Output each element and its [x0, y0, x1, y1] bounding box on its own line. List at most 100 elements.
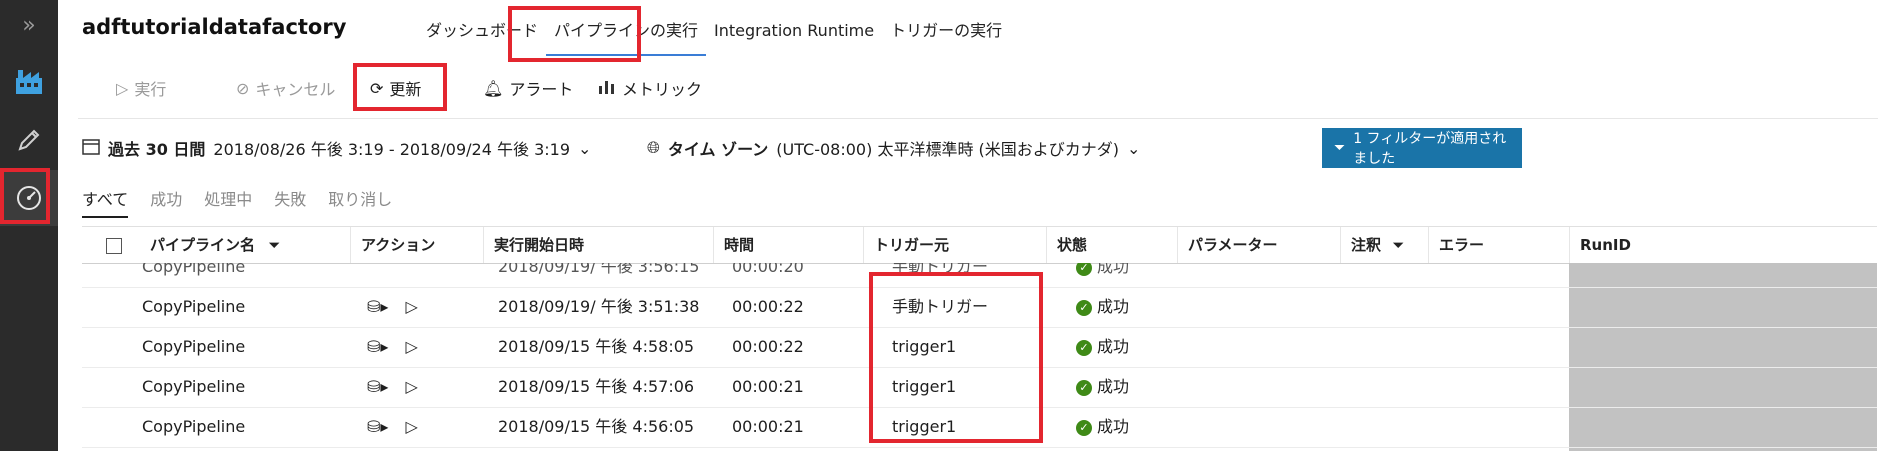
col-actions: アクション: [350, 227, 483, 263]
status: ✓ 成功: [1076, 327, 1129, 367]
table-row[interactable]: CopyPipeline ⛁▸ ▷ 2018/09/19/ 午後 3:51:38…: [82, 287, 1877, 328]
tab-pipeline-runs[interactable]: パイプラインの実行: [546, 18, 707, 56]
cancel-icon: ⊘: [236, 78, 250, 98]
col-triggered-by[interactable]: トリガー元: [863, 227, 1046, 263]
rerun-icon[interactable]: ▷: [406, 337, 418, 356]
table-row[interactable]: CopyPipeline ⛁▸ ▷ 2018/09/15 午後 4:57:06 …: [82, 367, 1877, 408]
timezone-value: (UTC-08:00) 太平洋標準時 (米国およびカナダ): [776, 140, 1120, 159]
refresh-icon: ⟳: [370, 78, 384, 98]
calendar-icon: [82, 137, 100, 159]
cancel-button[interactable]: ⊘ キャンセル: [236, 71, 335, 105]
alerts-button[interactable]: 🔔︎ アラート: [483, 71, 573, 105]
tab-in-progress[interactable]: 処理中: [204, 186, 252, 218]
duration: 00:00:21: [732, 417, 804, 436]
table-row[interactable]: CopyPipeline ⛁▸ ▷ 2018/09/15 午後 4:56:05 …: [82, 407, 1877, 448]
col-parameters: パラメーター: [1177, 227, 1340, 263]
col-error: エラー: [1428, 227, 1539, 263]
col-run-start[interactable]: 実行開始日時: [483, 227, 713, 263]
filter-icon[interactable]: ⏷: [268, 236, 280, 254]
status-tabs: すべて 成功 処理中 失敗 取り消し: [82, 186, 392, 218]
run-button[interactable]: ▷ 実行: [116, 71, 166, 105]
timezone-filter[interactable]: 🌐︎ タイム ゾーン (UTC-08:00) 太平洋標準時 (米国およびカナダ)…: [647, 136, 1140, 160]
check-icon: ✓: [1076, 419, 1092, 436]
metrics-label: メトリック: [622, 80, 703, 99]
status: ✓ 成功: [1076, 263, 1129, 287]
pencil-icon[interactable]: [0, 112, 58, 168]
col-duration[interactable]: 時間: [713, 227, 863, 263]
actions: ⛁▸ ▷: [367, 327, 418, 367]
chevron-down-icon: ⌄: [578, 138, 592, 158]
select-all-checkbox[interactable]: [106, 227, 126, 263]
pipeline-name[interactable]: CopyPipeline: [142, 407, 245, 447]
col-pipeline-name[interactable]: パイプライン名 ⏷: [140, 227, 350, 263]
refresh-button[interactable]: ⟳ 更新: [370, 71, 421, 105]
pipeline-name[interactable]: CopyPipeline: [142, 367, 245, 407]
alerts-label: アラート: [509, 80, 574, 99]
tab-all[interactable]: すべて: [82, 186, 129, 218]
play-icon: ▷: [116, 78, 129, 98]
tab-integration-runtime[interactable]: Integration Runtime: [706, 18, 882, 54]
actions: ⛁▸ ▷: [367, 287, 418, 327]
monitor-gauge-icon[interactable]: [0, 170, 58, 226]
filter-icon: ⏷: [1334, 140, 1346, 156]
refresh-label: 更新: [389, 80, 422, 99]
run-start: 2018/09/15 午後 4:58:05: [498, 337, 695, 356]
col-pipeline-name-label: パイプライン名: [150, 236, 256, 254]
status-label: 成功: [1097, 263, 1130, 276]
factory-icon[interactable]: [0, 54, 58, 110]
triggered-by: trigger1: [892, 417, 957, 436]
col-status[interactable]: 状態: [1046, 227, 1177, 263]
col-annotations-label: 注釈: [1351, 236, 1382, 254]
expand-icon[interactable]: »: [0, 0, 58, 50]
duration: 00:00:21: [732, 377, 804, 396]
activity-runs-icon[interactable]: ⛁▸: [367, 297, 388, 316]
date-range: 2018/08/26 午後 3:19 - 2018/09/24 午後 3:19: [213, 140, 571, 159]
status-label: 成功: [1097, 417, 1130, 436]
status-label: 成功: [1097, 377, 1130, 396]
bell-icon: 🔔︎: [483, 78, 504, 98]
activity-runs-icon[interactable]: ⛁▸: [367, 337, 388, 356]
table-row[interactable]: CopyPipeline 2018/09/19/ 午後 3:56:15 00:0…: [82, 263, 1877, 288]
activity-runs-icon[interactable]: ⛁▸: [367, 417, 388, 436]
pipeline-name[interactable]: CopyPipeline: [142, 287, 245, 327]
tab-trigger-runs[interactable]: トリガーの実行: [882, 18, 1010, 54]
activity-runs-icon[interactable]: ⛁▸: [367, 377, 388, 396]
toolbar: ▷ 実行 ⊘ キャンセル ⟳ 更新 🔔︎ アラート メトリック: [78, 58, 1878, 119]
pipeline-name[interactable]: CopyPipeline: [142, 327, 245, 367]
run-label: 実行: [134, 80, 167, 99]
factory-title: adftutorialdatafactory: [82, 15, 347, 39]
col-run-id: RunID: [1569, 227, 1877, 263]
metrics-button[interactable]: メトリック: [598, 71, 702, 105]
rerun-icon[interactable]: ▷: [406, 417, 418, 436]
period-label: 過去 30 日間: [108, 140, 206, 159]
filter-icon[interactable]: ⏷: [1392, 236, 1404, 254]
tab-cancelled[interactable]: 取り消し: [328, 186, 392, 218]
date-filter[interactable]: 過去 30 日間 2018/08/26 午後 3:19 - 2018/09/24…: [82, 136, 591, 160]
duration: 00:00:22: [732, 337, 804, 356]
table-row[interactable]: CopyPipeline ⛁▸ ▷ 2018/09/15 午後 4:58:05 …: [82, 327, 1877, 368]
filter-applied-label: 1 フィルターが適用されました: [1353, 131, 1507, 167]
chevron-down-icon: ⌄: [1127, 138, 1141, 158]
col-annotations[interactable]: 注釈 ⏷: [1340, 227, 1428, 263]
run-start: 2018/09/15 午後 4:57:06: [498, 377, 695, 396]
run-start: 2018/09/19/ 午後 3:51:38: [498, 297, 700, 316]
tab-succeeded[interactable]: 成功: [150, 186, 182, 218]
pipeline-name[interactable]: CopyPipeline: [142, 263, 245, 287]
triggered-by: 手動トリガー: [892, 263, 989, 276]
filter-applied-button[interactable]: ⏷ 1 フィルターが適用されました: [1322, 128, 1522, 168]
rerun-icon[interactable]: ▷: [406, 297, 418, 316]
tab-failed[interactable]: 失敗: [274, 186, 306, 218]
tab-dashboard[interactable]: ダッシュボード: [418, 18, 546, 54]
status: ✓ 成功: [1076, 407, 1129, 447]
check-icon: ✓: [1076, 299, 1092, 316]
status-label: 成功: [1097, 297, 1130, 316]
run-start: 2018/09/19/ 午後 3:56:15: [498, 263, 700, 276]
duration: 00:00:22: [732, 297, 804, 316]
globe-icon: 🌐︎: [647, 138, 660, 157]
triggered-by: 手動トリガー: [892, 297, 989, 316]
actions: ⛁▸ ▷: [367, 367, 418, 407]
rerun-icon[interactable]: ▷: [406, 377, 418, 396]
triggered-by: trigger1: [892, 337, 957, 356]
status: ✓ 成功: [1076, 287, 1129, 327]
status: ✓ 成功: [1076, 367, 1129, 407]
